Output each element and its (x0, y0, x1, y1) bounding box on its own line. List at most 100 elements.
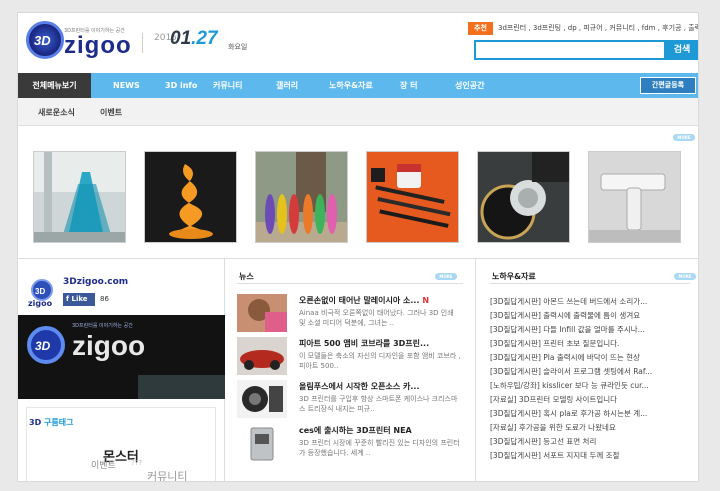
knowhow-item[interactable]: [자료실] 3D프린터 모델링 사이트입니다 (490, 394, 617, 405)
sub-nav: 새로운소식 이벤트 (18, 98, 698, 126)
facebook-like-label: Like (71, 295, 88, 303)
gallery-strip: MORE (18, 126, 698, 259)
search-box (474, 40, 666, 60)
news-item-title: 올림푸스에서 시작한 오픈소스 카... (299, 382, 420, 391)
news-section: 뉴스 MORE 오른손없이 태어난 말레이시아 소... N Ainaa 비극적… (237, 259, 463, 481)
tag-word[interactable]: 커뮤니티 (147, 468, 187, 481)
knowhow-divider (490, 283, 690, 284)
gallery-thumb[interactable] (33, 151, 126, 243)
tag-cloud-title-b: 구름태그 (44, 418, 74, 427)
thumb-image-colored-leaves (256, 152, 347, 242)
gallery-thumb[interactable] (477, 151, 570, 243)
news-item-desc: 3D 프린터 시장에 꾸준히 빨리진 있는 디자인의 프린터가 등장했습니다. … (299, 439, 460, 457)
nav-item-market[interactable]: 장 터 (400, 73, 418, 98)
left-column: 3D zigoo 3Dzigoo.com f Like 86 3D 3D프린터를… (18, 259, 225, 481)
news-thumb (237, 294, 287, 332)
knowhow-item[interactable]: [3D질답게시판] 등고선 표면 처리 (490, 436, 596, 447)
nav-item-3dinfo[interactable]: 3D info (165, 73, 197, 98)
knowhow-item[interactable]: [자료실] 후가공을 위한 도료가 나왔네요 (490, 422, 616, 433)
knowhow-item[interactable]: [노하우팁/강좌] kisslicer 보다 능 큐라인듯 cur... (490, 380, 649, 391)
news-title: 뉴스 (239, 272, 254, 281)
news-item-title: ces에 출시하는 3D프린터 NEA (299, 426, 412, 435)
facebook-page-logo[interactable]: 3D zigoo (28, 279, 56, 308)
news-item[interactable]: 올림푸스에서 시작한 오픈소스 카... 3D 프린터를 구입후 항상 스마트폰… (237, 380, 463, 420)
recommend-keywords[interactable]: 3d프린터 , 3d프린팅 , dp , 피규어 , 커뮤니티 , fdm , … (498, 23, 698, 33)
tag-word[interactable]: ??? (131, 459, 142, 467)
nav-item-knowhow[interactable]: 노하우&자료 (329, 73, 373, 98)
zigoo-banner[interactable]: 3D 3D프린터를 이야기하는 공간 zigoo (18, 315, 225, 399)
date-weekday: 화요일 (228, 43, 248, 51)
search-button[interactable]: 검색 (666, 40, 698, 60)
nav-item-adult[interactable]: 성인공간 (455, 73, 484, 98)
news-thumb (237, 424, 287, 462)
thumb-image-spiral-vase (145, 152, 236, 242)
facebook-logo-text: zigoo (28, 299, 53, 308)
knowhow-item[interactable]: [3D질답게시판] 출력시에 출력물에 틈이 생겨요 (490, 310, 640, 321)
banner-graphic: 3D 3D프린터를 이야기하는 공간 zigoo (18, 315, 225, 399)
banner-tagline: 3D프린터를 이야기하는 공간 (72, 322, 133, 329)
news-more-button[interactable]: MORE (435, 273, 457, 280)
tag-cloud: 3D 구름태그 몬스터 이벤트 커뮤니티 ??? (26, 407, 216, 481)
tag-cloud-title-a: 3D (29, 418, 42, 427)
news-item-desc: 이 모델들은 축소의 자신의 디자인을 포함 앰비 코브라 , 피아트 500.… (299, 352, 461, 370)
thumb-image-dress (34, 152, 125, 242)
tag-cloud-title: 3D 구름태그 (29, 417, 73, 428)
date-day: .27 (191, 28, 218, 49)
page: 3D 3D프린터를 이야기하는 공간 zigoo 2015 01.27 화요일 … (17, 12, 699, 482)
logo-badge: 3D (26, 21, 64, 59)
gallery-thumb[interactable] (366, 151, 459, 243)
logo-badge-text: 3D (34, 33, 51, 48)
nav-item-community[interactable]: 커뮤니티 (213, 73, 242, 98)
knowhow-section: 노하우&자료 MORE [3D질답게시판] 아몬드 쓰는데 버드에서 소리가..… (475, 259, 698, 481)
gallery-thumb[interactable] (255, 151, 348, 243)
knowhow-item[interactable]: [3D질답게시판] 아몬드 쓰는데 버드에서 소리가... (490, 296, 647, 307)
news-item-desc: 3D 프린터를 구입후 항상 스마트폰 케이스나 크리스마스 트리장식 내지는 … (299, 395, 458, 413)
date-month-day: 01.27 (170, 28, 218, 50)
thumb-image-paint-tools (367, 152, 458, 242)
date-month: 01 (170, 28, 192, 49)
news-item[interactable]: 피아트 500 앰비 코브라를 3D프린... 이 모델들은 축소의 자신의 디… (237, 337, 463, 377)
news-thumb (237, 337, 287, 375)
thumb-image-scraper (589, 152, 680, 242)
subnav-item-news[interactable]: 새로운소식 (38, 107, 75, 118)
nav-item-gallery[interactable]: 갤러리 (276, 73, 298, 98)
facebook-logo-badge: 3D (35, 287, 45, 296)
quick-post-button[interactable]: 간편글등록 (640, 77, 696, 94)
subnav-item-event[interactable]: 이벤트 (100, 107, 122, 118)
banner-logo-badge: 3D (35, 339, 51, 353)
knowhow-item[interactable]: [3D질답게시판] 다들 Infill 값을 얼마를 주시나... (490, 324, 645, 335)
knowhow-item[interactable]: [3D질답게시판] 혹시 pla로 후가공 하시는분 계... (490, 408, 647, 419)
all-menu-button[interactable]: 전체메뉴보기 (18, 73, 91, 98)
logo-wordmark: zigoo (64, 32, 132, 59)
news-item-title-text: 오른손없이 태어난 말레이시아 소... (299, 296, 420, 305)
tag-word[interactable]: 이벤트 (91, 458, 116, 471)
site-logo[interactable]: 3D 3D프린터를 이야기하는 공간 zigoo (26, 21, 136, 65)
news-item[interactable]: ces에 출시하는 3D프린터 NEA 3D 프린터 시장에 꾸준히 빨리진 있… (237, 424, 463, 464)
knowhow-item[interactable]: [3D질답게시판] 서포트 지지대 두께 조절 (490, 450, 619, 461)
news-item-title: 피아트 500 앰비 코브라를 3D프린... (299, 339, 430, 348)
news-item-desc: Ainaa 비극적 오른쪽없이 태어났다. 그러나 3D 인쇄 및 소셜 미디어… (299, 309, 454, 327)
facebook-like-count: 86 (100, 295, 109, 303)
news-divider (237, 283, 463, 284)
main-nav: 전체메뉴보기 NEWS 3D info 커뮤니티 갤러리 노하우&자료 장 터 … (18, 73, 698, 98)
knowhow-title: 노하우&자료 (492, 272, 536, 281)
search-input[interactable] (476, 42, 664, 58)
news-thumb (237, 380, 287, 418)
header-divider (142, 33, 143, 53)
nav-item-news[interactable]: NEWS (113, 73, 140, 98)
gallery-thumb[interactable] (144, 151, 237, 243)
facebook-page-name[interactable]: 3Dzigoo.com (63, 277, 128, 287)
knowhow-item[interactable]: [3D질답게시판] Pla 출력시에 바닥이 뜨는 현상 (490, 352, 640, 363)
facebook-like-button[interactable]: f Like (63, 293, 95, 306)
knowhow-item[interactable]: [3D질답게시판] 슬라이서 프로그램 셋팅에서 Raf... (490, 366, 652, 377)
gallery-thumb[interactable] (588, 151, 681, 243)
new-badge: N (422, 296, 430, 305)
banner-wordmark: zigoo (72, 330, 145, 361)
news-item[interactable]: 오른손없이 태어난 말레이시아 소... N Ainaa 비극적 오른쪽없이 태… (237, 294, 463, 334)
news-item-title: 오른손없이 태어난 말레이시아 소... N (299, 295, 429, 306)
thumb-image-lens-cap (478, 152, 569, 242)
knowhow-item[interactable]: [3D질답게시판] 프린터 초보 질문입니다. (490, 338, 619, 349)
knowhow-more-button[interactable]: MORE (674, 273, 696, 280)
recommend-badge: 추천 (468, 22, 493, 35)
gallery-more-button[interactable]: MORE (673, 134, 695, 141)
